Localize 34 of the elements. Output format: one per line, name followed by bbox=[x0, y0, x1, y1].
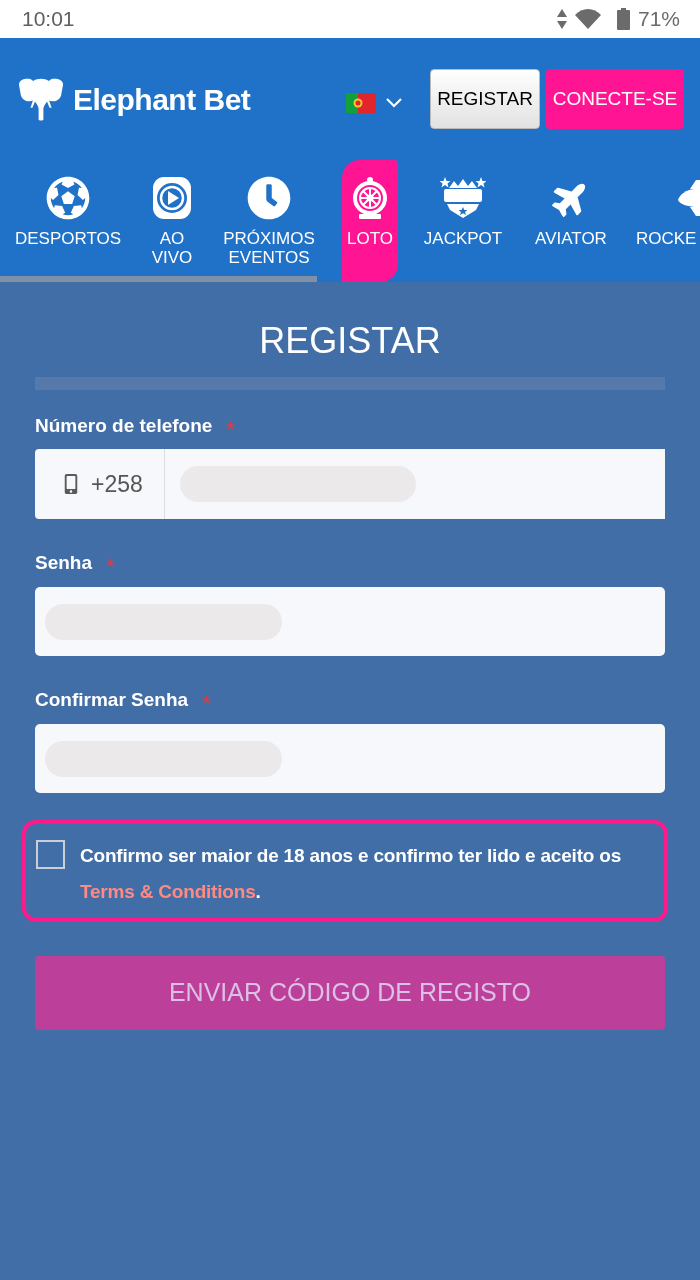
nav-tab[interactable]: LOTO bbox=[342, 160, 398, 282]
nav-tab[interactable]: PRÓXIMOS EVENTOS bbox=[216, 160, 322, 276]
battery-icon bbox=[616, 8, 630, 30]
country-code: +258 bbox=[91, 469, 143, 499]
field-label: Número de telefone bbox=[35, 415, 213, 437]
rocket-icon bbox=[678, 180, 700, 216]
chevron-down-icon bbox=[386, 98, 402, 108]
consent-text: Confirmo ser maior de 18 anos e confirmo ter lido e aceito os Terms & Conditions. bbox=[80, 844, 623, 904]
nav-tab[interactable]: AO VIVO bbox=[128, 160, 216, 276]
password-input-field[interactable] bbox=[35, 724, 665, 793]
form-title: REGISTAR bbox=[258, 320, 442, 362]
elephant-logo-icon bbox=[18, 76, 64, 122]
lottery-wheel-icon bbox=[350, 176, 390, 220]
data-arrows-icon bbox=[556, 9, 567, 29]
nav-tab[interactable]: ROCKE bbox=[636, 160, 700, 276]
consent-checkbox[interactable] bbox=[36, 840, 65, 869]
country-code-box[interactable]: +258 bbox=[35, 449, 165, 519]
status-time: 10:01 bbox=[22, 6, 75, 33]
battery-percent: 71% bbox=[637, 6, 680, 33]
clock-icon bbox=[247, 176, 291, 220]
portugal-flag-icon bbox=[346, 93, 376, 113]
nav-tab[interactable]: DESPORTOS bbox=[8, 160, 128, 276]
brand-name: Elephant Bet bbox=[73, 81, 251, 118]
nav-tab[interactable]: JACKPOT bbox=[410, 160, 516, 276]
nav-tab[interactable]: AVIATOR bbox=[516, 160, 626, 276]
wifi-icon bbox=[574, 9, 601, 29]
play-icon bbox=[152, 176, 192, 220]
field-label: Senha bbox=[35, 552, 93, 574]
phone-input-field[interactable] bbox=[165, 449, 665, 519]
login-button[interactable]: CONECTE-SE bbox=[546, 69, 684, 129]
field-label: Confirmar Senha bbox=[35, 689, 189, 711]
jackpot-badge-icon bbox=[440, 176, 486, 220]
password-input-field[interactable] bbox=[35, 587, 665, 656]
register-button[interactable]: REGISTAR bbox=[430, 69, 540, 129]
